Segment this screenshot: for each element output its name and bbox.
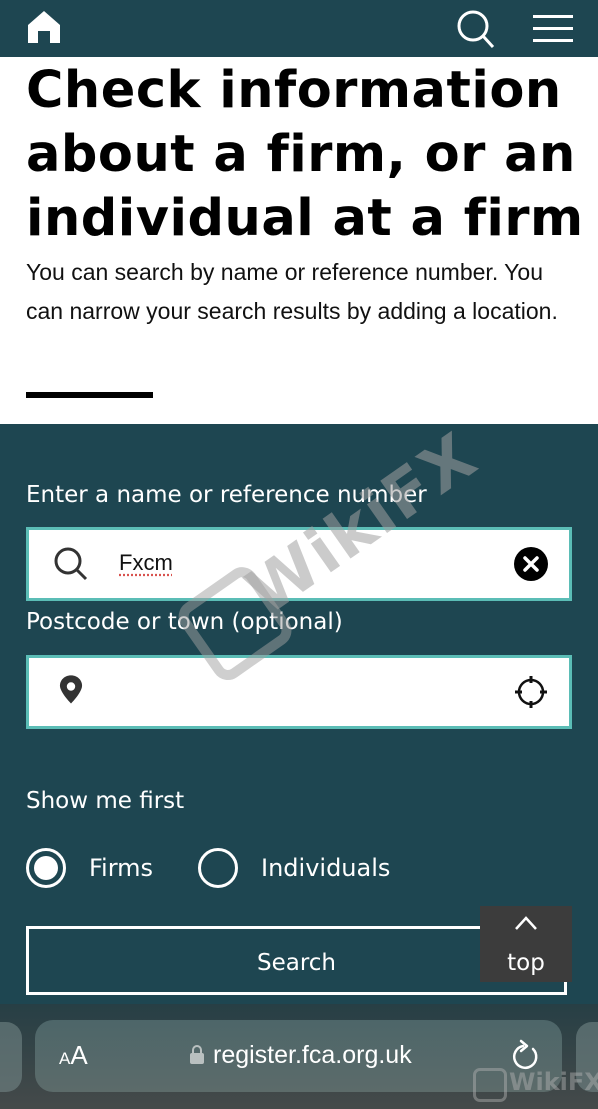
- map-pin-icon: [59, 675, 83, 704]
- location-input[interactable]: [26, 655, 572, 729]
- intro-section: Check information about a firm, or an in…: [0, 57, 598, 424]
- page-title: Check information about a firm, or an in…: [26, 61, 584, 248]
- search-icon: [54, 547, 88, 581]
- search-icon[interactable]: [455, 8, 497, 50]
- next-tab-preview[interactable]: [576, 1022, 598, 1092]
- back-to-top-button[interactable]: top: [480, 906, 572, 982]
- url-text[interactable]: register.fca.org.uk: [213, 1039, 412, 1071]
- show-first-label: Show me first: [26, 788, 185, 814]
- clear-icon[interactable]: [513, 546, 549, 582]
- radio-firms-label[interactable]: Firms: [89, 851, 153, 885]
- location-field-label: Postcode or town (optional): [26, 609, 343, 635]
- name-input-value[interactable]: Fxcm: [119, 550, 173, 576]
- previous-tab-preview[interactable]: [0, 1022, 22, 1092]
- address-bar[interactable]: AA register.fca.org.uk: [35, 1020, 562, 1092]
- hamburger-menu-icon[interactable]: [531, 12, 575, 44]
- name-search-input[interactable]: Fxcm: [26, 527, 572, 601]
- reload-icon[interactable]: [511, 1039, 541, 1071]
- radio-individuals-label[interactable]: Individuals: [261, 851, 390, 885]
- text-size-button[interactable]: AA: [59, 1040, 88, 1071]
- lock-icon: [190, 1045, 204, 1064]
- chevron-up-icon: [515, 916, 537, 930]
- home-icon[interactable]: [26, 9, 62, 45]
- text-size-big: A: [70, 1040, 88, 1070]
- radio-selected-dot: [34, 856, 58, 880]
- site-header: [0, 0, 598, 57]
- divider: [26, 392, 153, 398]
- radio-individuals[interactable]: [198, 848, 238, 888]
- browser-toolbar: AA register.fca.org.uk: [0, 1004, 598, 1109]
- radio-firms[interactable]: [26, 848, 66, 888]
- text-size-small: A: [59, 1049, 71, 1068]
- intro-text: You can search by name or reference numb…: [26, 259, 558, 324]
- crosshair-icon[interactable]: [513, 674, 549, 710]
- back-to-top-label: top: [507, 950, 545, 976]
- name-field-label: Enter a name or reference number: [26, 482, 427, 508]
